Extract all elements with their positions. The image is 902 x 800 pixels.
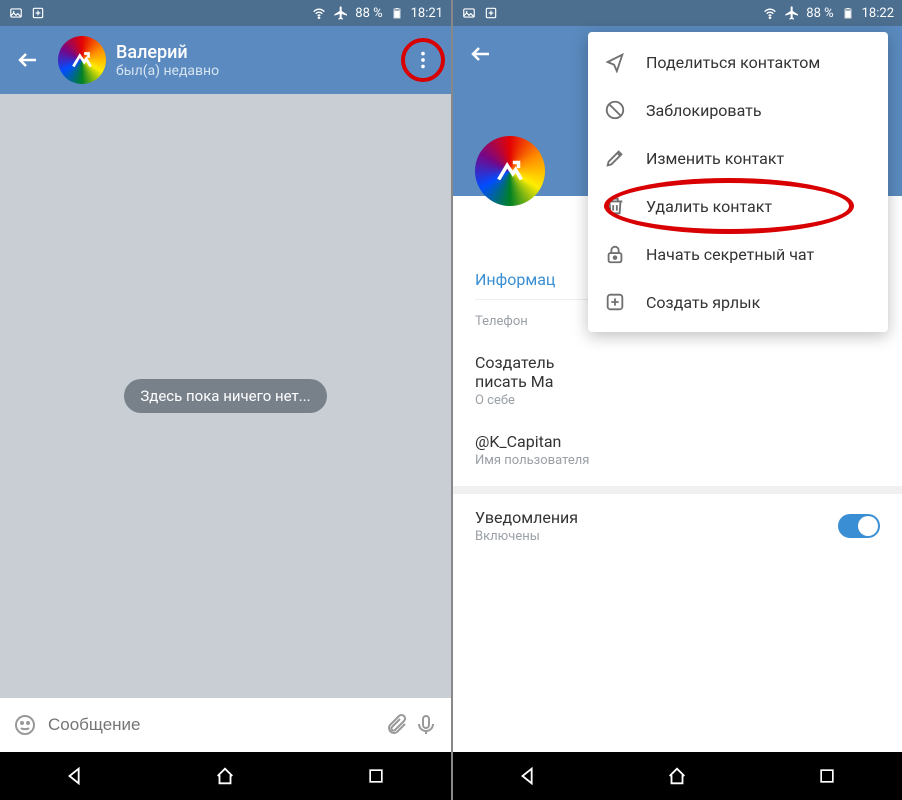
menu-label: Создать ярлык [646,293,760,312]
image-icon [8,5,24,21]
clock-time: 18:21 [411,6,443,21]
bio-field[interactable]: Создатель писать Ма О себе [475,339,880,418]
menu-share-contact[interactable]: Поделиться контактом [588,38,888,86]
clock-time: 18:22 [862,6,894,21]
nav-home-button[interactable] [647,756,707,796]
contact-name: Валерий [116,42,219,63]
battery-percent: 88 % [806,6,833,21]
contact-avatar[interactable] [58,36,106,84]
android-nav-bar [0,752,451,800]
mic-icon[interactable] [411,710,441,740]
phone-right-profile: 88 % 18:22 Информац Телефон Создатель пи… [451,0,902,800]
nav-recent-button[interactable] [346,756,406,796]
message-input-bar [0,698,451,752]
more-options-button[interactable] [403,40,443,80]
share-icon [604,51,626,73]
back-button[interactable] [8,40,48,80]
chat-app-bar: Валерий был(а) недавно [0,26,451,94]
android-nav-bar [453,752,902,800]
contact-name-block[interactable]: Валерий был(а) недавно [116,42,219,79]
username-label: Имя пользователя [475,453,880,468]
separator [453,486,902,494]
attach-icon[interactable] [381,710,411,740]
menu-secret-chat[interactable]: Начать секретный чат [588,230,888,278]
block-icon [604,99,626,121]
menu-label: Удалить контакт [646,197,772,216]
airplane-icon [333,5,349,21]
menu-label: Начать секретный чат [646,245,814,264]
menu-delete-contact[interactable]: Удалить контакт [588,182,888,230]
plus-icon [30,5,46,21]
bio-value: Создатель писать Ма [475,353,880,393]
menu-label: Заблокировать [646,101,762,120]
phone-left-chat: 88 % 18:21 Валерий был(а) недавно Здесь … [0,0,451,800]
nav-home-button[interactable] [195,756,255,796]
plus-icon [483,5,499,21]
battery-percent: 88 % [355,6,382,21]
menu-create-shortcut[interactable]: Создать ярлык [588,278,888,326]
username-value: @K_Capitan [475,432,880,453]
wifi-icon [311,5,327,21]
image-icon [461,5,477,21]
profile-avatar[interactable] [475,136,545,206]
menu-label: Поделиться контактом [646,53,820,72]
menu-block[interactable]: Заблокировать [588,86,888,134]
battery-icon [840,5,856,21]
trash-icon [604,195,626,217]
status-bar: 88 % 18:22 [453,0,902,26]
wifi-icon [762,5,778,21]
menu-edit-contact[interactable]: Изменить контакт [588,134,888,182]
notif-title: Уведомления [475,508,578,529]
message-input[interactable] [40,715,381,735]
nav-back-button[interactable] [498,756,558,796]
empty-chat-message: Здесь пока ничего нет... [124,379,326,413]
options-dropdown: Поделиться контактом Заблокировать Измен… [588,32,888,332]
username-field[interactable]: @K_Capitan Имя пользователя [475,418,880,478]
notif-status: Включены [475,529,578,544]
chat-background[interactable]: Здесь пока ничего нет... [0,94,451,698]
emoji-icon[interactable] [10,710,40,740]
notifications-switch[interactable] [838,514,880,538]
pencil-icon [604,147,626,169]
nav-recent-button[interactable] [797,756,857,796]
battery-icon [389,5,405,21]
notifications-row[interactable]: Уведомления Включены [475,494,880,558]
add-shortcut-icon [604,291,626,313]
contact-status: был(а) недавно [116,63,219,79]
menu-label: Изменить контакт [646,149,784,168]
status-bar: 88 % 18:21 [0,0,451,26]
back-button[interactable] [461,34,501,74]
lock-icon [604,243,626,265]
nav-back-button[interactable] [45,756,105,796]
airplane-icon [784,5,800,21]
bio-label: О себе [475,393,880,408]
